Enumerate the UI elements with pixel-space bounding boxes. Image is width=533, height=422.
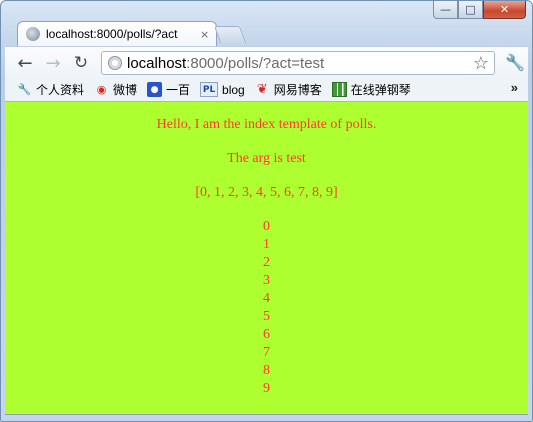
- bookmark-label: blog: [222, 82, 245, 97]
- bookmark-piano[interactable]: 在线弹钢琴: [331, 81, 411, 98]
- forward-button[interactable]: →: [43, 53, 63, 74]
- maximize-button[interactable]: □: [458, 1, 483, 19]
- bookmark-star-icon[interactable]: ☆: [473, 53, 489, 74]
- list-item: 3: [263, 273, 270, 288]
- page-content: Hello, I am the index template of polls.…: [5, 102, 528, 398]
- page-icon: [108, 56, 122, 70]
- bookmark-profile[interactable]: 🔧 个人资料: [17, 81, 84, 98]
- browser-tab[interactable]: localhost:8000/polls/?act ×: [17, 21, 217, 46]
- browser-window: — □ ✕ localhost:8000/polls/?act × ← → ↻ …: [0, 0, 533, 422]
- list-repr-text: [0, 1, 2, 3, 4, 5, 6, 7, 8, 9]: [195, 185, 338, 200]
- list-item: 1: [263, 237, 270, 252]
- bookmarks-overflow-chevron-icon[interactable]: »: [511, 80, 518, 95]
- address-bar[interactable]: localhost:8000/polls/?act=test ☆: [101, 51, 495, 75]
- bookmarks-bar: 🔧 个人资料 ◉ 微博 ● 一百 PL blog ❦ 网易博客 在线弹钢琴 »: [5, 78, 528, 102]
- list-item: 4: [263, 291, 270, 306]
- bookmark-blog[interactable]: PL blog: [200, 82, 245, 97]
- url-host: localhost: [127, 54, 187, 72]
- reload-button[interactable]: ↻: [71, 53, 91, 73]
- greeting-text: Hello, I am the index template of polls.: [156, 117, 377, 132]
- settings-wrench-icon[interactable]: 🔧: [505, 53, 525, 72]
- number-list: 0 1 2 3 4 5 6 7 8 9: [5, 218, 528, 398]
- bookmark-yibai[interactable]: ● 一百: [147, 81, 190, 98]
- page-viewport: Hello, I am the index template of polls.…: [5, 102, 528, 415]
- list-item: 0: [263, 219, 270, 234]
- piano-icon: [331, 82, 347, 97]
- bookmark-label: 微博: [113, 83, 138, 97]
- list-item: 8: [263, 363, 270, 378]
- list-item: 9: [263, 381, 270, 396]
- list-item: 2: [263, 255, 270, 270]
- globe-icon: [26, 27, 40, 41]
- bookmark-label: 一百: [166, 83, 191, 97]
- arg-text: The arg is test: [227, 151, 306, 166]
- netease-icon: ❦: [256, 82, 268, 97]
- tab-close-icon[interactable]: ×: [200, 28, 209, 41]
- list-item: 6: [263, 327, 270, 342]
- paw-icon: ●: [147, 82, 163, 97]
- list-item: 5: [263, 309, 270, 324]
- pl-icon: PL: [200, 82, 219, 97]
- url-path: :8000/polls/?act=test: [186, 54, 325, 72]
- bookmark-label: 网易博客: [273, 83, 322, 97]
- bookmark-label: 在线弹钢琴: [350, 83, 411, 97]
- close-window-button[interactable]: ✕: [483, 1, 526, 19]
- bookmark-weibo[interactable]: ◉ 微博: [94, 81, 137, 98]
- back-button[interactable]: ←: [15, 53, 35, 74]
- bookmark-label: 个人资料: [36, 83, 85, 97]
- tab-title: localhost:8000/polls/?act: [46, 27, 178, 41]
- bookmark-netease[interactable]: ❦ 网易博客: [255, 81, 322, 98]
- wrench-icon: 🔧: [17, 83, 32, 96]
- toolbar: ← → ↻ localhost:8000/polls/?act=test ☆ 🔧: [5, 46, 528, 79]
- new-tab-button[interactable]: [213, 26, 247, 43]
- minimize-button[interactable]: —: [433, 1, 458, 19]
- weibo-icon: ◉: [96, 83, 107, 96]
- window-controls: — □ ✕: [433, 1, 526, 20]
- list-item: 7: [263, 345, 270, 360]
